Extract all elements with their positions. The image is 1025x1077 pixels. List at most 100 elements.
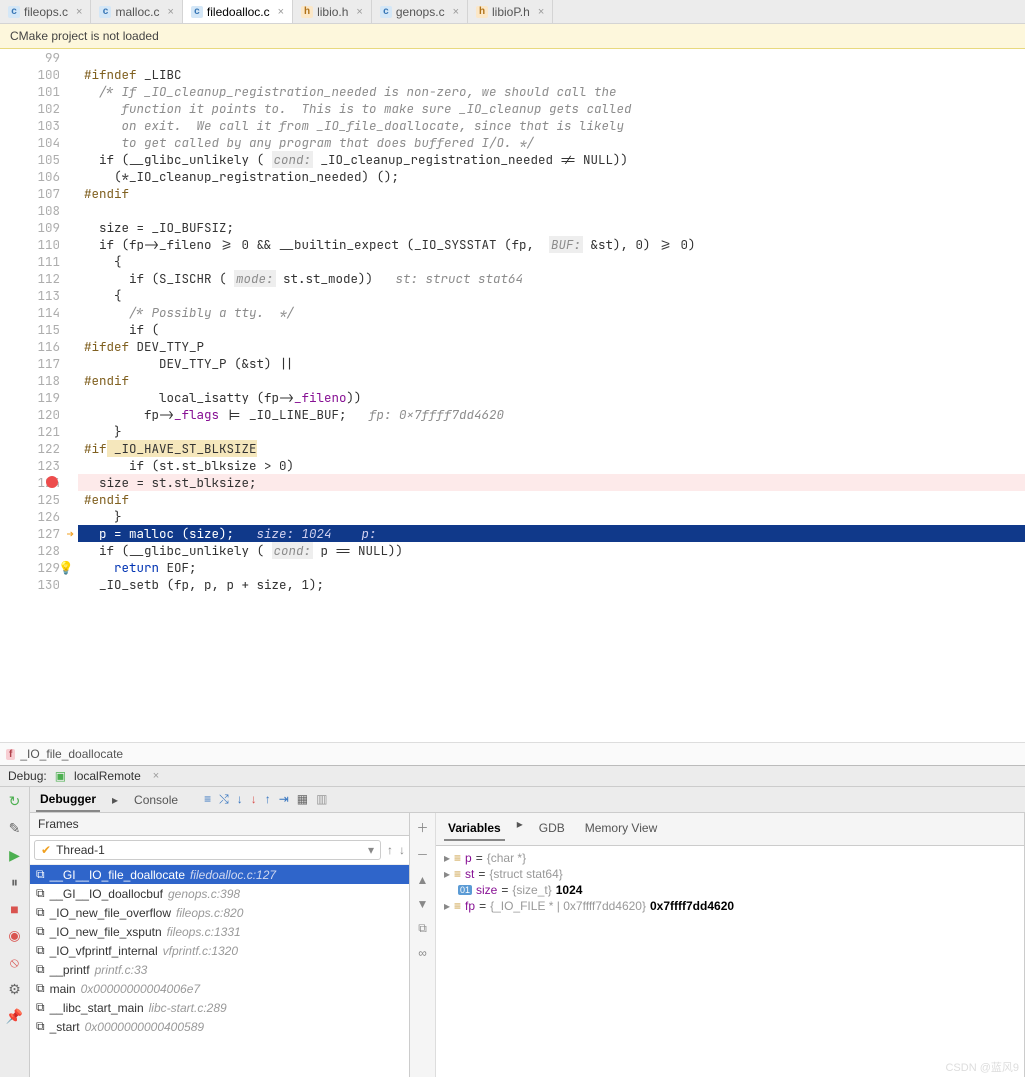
breakpoint-icon[interactable]: [46, 476, 58, 488]
code-line[interactable]: [78, 202, 1025, 219]
variable-row[interactable]: ▸ ≡ p = {char *}: [440, 850, 1020, 866]
code-line[interactable]: function it points to. This is to make s…: [78, 100, 1025, 117]
step-out-icon[interactable]: ↑: [265, 792, 271, 807]
code-line[interactable]: local_isatty (fp->_fileno)): [78, 389, 1025, 406]
stop-icon[interactable]: ■: [10, 901, 18, 917]
add-watch-icon[interactable]: ＋: [416, 819, 428, 836]
breadcrumb[interactable]: f _IO_file_doallocate: [0, 742, 1025, 765]
stack-frame[interactable]: ⧉ __printf printf.c:33: [30, 960, 409, 979]
pin-icon[interactable]: 📌: [6, 1008, 23, 1025]
link-icon[interactable]: ∞: [418, 946, 427, 960]
code-line[interactable]: if (st.st_blksize > 0): [78, 457, 1025, 474]
force-step-into-icon[interactable]: ↓: [251, 792, 257, 807]
thread-selector[interactable]: ✔ Thread-1 ▾: [34, 840, 381, 860]
layout-icon[interactable]: ▥: [316, 792, 327, 807]
stack-frame[interactable]: ⧉ _start 0x0000000000400589: [30, 1017, 409, 1036]
code-line[interactable]: if (__glibc_unlikely ( cond: _IO_cleanup…: [78, 151, 1025, 168]
tab-gdb[interactable]: GDB: [535, 817, 569, 841]
prev-frame-icon[interactable]: ↑: [387, 843, 393, 857]
code-line[interactable]: }: [78, 423, 1025, 440]
code-line[interactable]: #ifdef DEV_TTY_P: [78, 338, 1025, 355]
code-line[interactable]: on exit. We call it from _IO_file_doallo…: [78, 117, 1025, 134]
code-line[interactable]: #endif: [78, 491, 1025, 508]
close-tab-icon[interactable]: ×: [453, 6, 459, 18]
stack-frame[interactable]: ⧉ __GI__IO_doallocbuf genops.c:398: [30, 884, 409, 903]
close-tab-icon[interactable]: ×: [538, 6, 544, 18]
run-config-name[interactable]: localRemote: [74, 769, 141, 783]
code-line[interactable]: /* If _IO_cleanup_registration_needed is…: [78, 83, 1025, 100]
expand-icon[interactable]: ▸: [444, 867, 450, 881]
code-area[interactable]: #ifndef _LIBC /* If _IO_cleanup_registra…: [78, 49, 1025, 742]
remove-watch-icon[interactable]: －: [416, 846, 428, 863]
file-tab[interactable]: hlibio.h×: [293, 0, 372, 23]
code-line[interactable]: {: [78, 253, 1025, 270]
gear-icon[interactable]: ⚙: [8, 981, 21, 998]
evaluate-icon[interactable]: ▦: [297, 792, 308, 807]
close-tab-icon[interactable]: ×: [278, 6, 284, 18]
code-line[interactable]: to get called by any program that does b…: [78, 134, 1025, 151]
rerun-icon[interactable]: ↻: [9, 793, 21, 810]
stack-frame[interactable]: ⧉ __libc_start_main libc-start.c:289: [30, 998, 409, 1017]
tab-variables[interactable]: Variables: [444, 817, 505, 841]
variable-row[interactable]: ▸ ≡ fp = {_IO_FILE * | 0x7ffff7dd4620} 0…: [440, 898, 1020, 914]
copy-icon[interactable]: ⧉: [418, 921, 427, 936]
code-line[interactable]: return EOF;: [78, 559, 1025, 576]
code-line[interactable]: [78, 49, 1025, 66]
code-line[interactable]: {: [78, 287, 1025, 304]
code-line[interactable]: if (: [78, 321, 1025, 338]
tab-console[interactable]: Console: [130, 789, 182, 811]
expand-icon[interactable]: ▸: [444, 899, 450, 913]
view-breakpoints-icon[interactable]: ◉: [8, 927, 20, 944]
code-line[interactable]: size = st.st_blksize;: [78, 474, 1025, 491]
close-tab-icon[interactable]: ×: [76, 6, 82, 18]
show-exec-point-icon[interactable]: ≡: [204, 792, 211, 807]
file-tab[interactable]: cfiledoalloc.c×: [183, 0, 293, 23]
code-line[interactable]: if (fp->_fileno >= 0 && __builtin_expect…: [78, 236, 1025, 253]
line-number-gutter[interactable]: 9910010110210310410510610710810911011111…: [0, 49, 78, 742]
code-line[interactable]: #ifndef _LIBC: [78, 66, 1025, 83]
down-icon[interactable]: ▼: [417, 897, 429, 911]
code-line[interactable]: if (S_ISCHR ( mode: st.st_mode)) st: str…: [78, 270, 1025, 287]
stack-frame[interactable]: ⧉ main 0x00000000004006e7: [30, 979, 409, 998]
code-line[interactable]: }: [78, 508, 1025, 525]
resume-icon[interactable]: ▶: [9, 847, 20, 864]
file-tab[interactable]: hlibioP.h×: [468, 0, 553, 23]
step-into-icon[interactable]: ↓: [237, 792, 243, 807]
code-line[interactable]: DEV_TTY_P (&st) ||: [78, 355, 1025, 372]
code-line[interactable]: size = _IO_BUFSIZ;: [78, 219, 1025, 236]
next-frame-icon[interactable]: ↓: [399, 843, 405, 857]
code-line[interactable]: (*_IO_cleanup_registration_needed) ();: [78, 168, 1025, 185]
stack-frame[interactable]: ⧉ _IO_new_file_overflow fileops.c:820: [30, 903, 409, 922]
code-line[interactable]: #if _IO_HAVE_ST_BLKSIZE: [78, 440, 1025, 457]
up-icon[interactable]: ▲: [417, 873, 429, 887]
tab-debugger[interactable]: Debugger: [36, 788, 100, 812]
step-over-icon[interactable]: ⤭: [219, 792, 229, 807]
intention-bulb-icon[interactable]: 💡: [58, 559, 74, 576]
run-to-cursor-icon[interactable]: ⇥: [279, 792, 289, 807]
warning-banner[interactable]: CMake project is not loaded: [0, 24, 1025, 49]
stack-frame[interactable]: ⧉ _IO_new_file_xsputn fileops.c:1331: [30, 922, 409, 941]
variable-row[interactable]: ▸ ≡ st = {struct stat64}: [440, 866, 1020, 882]
code-line[interactable]: #endif: [78, 185, 1025, 202]
pause-icon[interactable]: ⏸: [11, 874, 18, 891]
code-line[interactable]: fp->_flags |= _IO_LINE_BUF; fp: 0x7ffff7…: [78, 406, 1025, 423]
code-line[interactable]: if (__glibc_unlikely ( cond: p == NULL)): [78, 542, 1025, 559]
variable-row[interactable]: 01 size = {size_t} 1024: [440, 882, 1020, 898]
close-tab-icon[interactable]: ×: [356, 6, 362, 18]
tab-memory[interactable]: Memory View: [581, 817, 661, 841]
close-icon[interactable]: ×: [153, 770, 159, 782]
code-line[interactable]: p = malloc (size); size: 1024 p:: [78, 525, 1025, 542]
tab-label: genops.c: [396, 5, 445, 19]
file-tab[interactable]: cgenops.c×: [372, 0, 468, 23]
expand-icon[interactable]: ▸: [444, 851, 450, 865]
close-tab-icon[interactable]: ×: [167, 6, 173, 18]
file-tab[interactable]: cmalloc.c×: [91, 0, 182, 23]
code-line[interactable]: _IO_setb (fp, p, p + size, 1);: [78, 576, 1025, 593]
settings-icon[interactable]: ✎: [9, 820, 21, 837]
code-line[interactable]: #endif: [78, 372, 1025, 389]
stack-frame[interactable]: ⧉ _IO_vfprintf_internal vfprintf.c:1320: [30, 941, 409, 960]
code-line[interactable]: /* Possibly a tty. */: [78, 304, 1025, 321]
file-tab[interactable]: cfileops.c×: [0, 0, 91, 23]
stack-frame[interactable]: ⧉ __GI__IO_file_doallocate filedoalloc.c…: [30, 865, 409, 884]
mute-breakpoints-icon[interactable]: ⦸: [10, 954, 19, 971]
